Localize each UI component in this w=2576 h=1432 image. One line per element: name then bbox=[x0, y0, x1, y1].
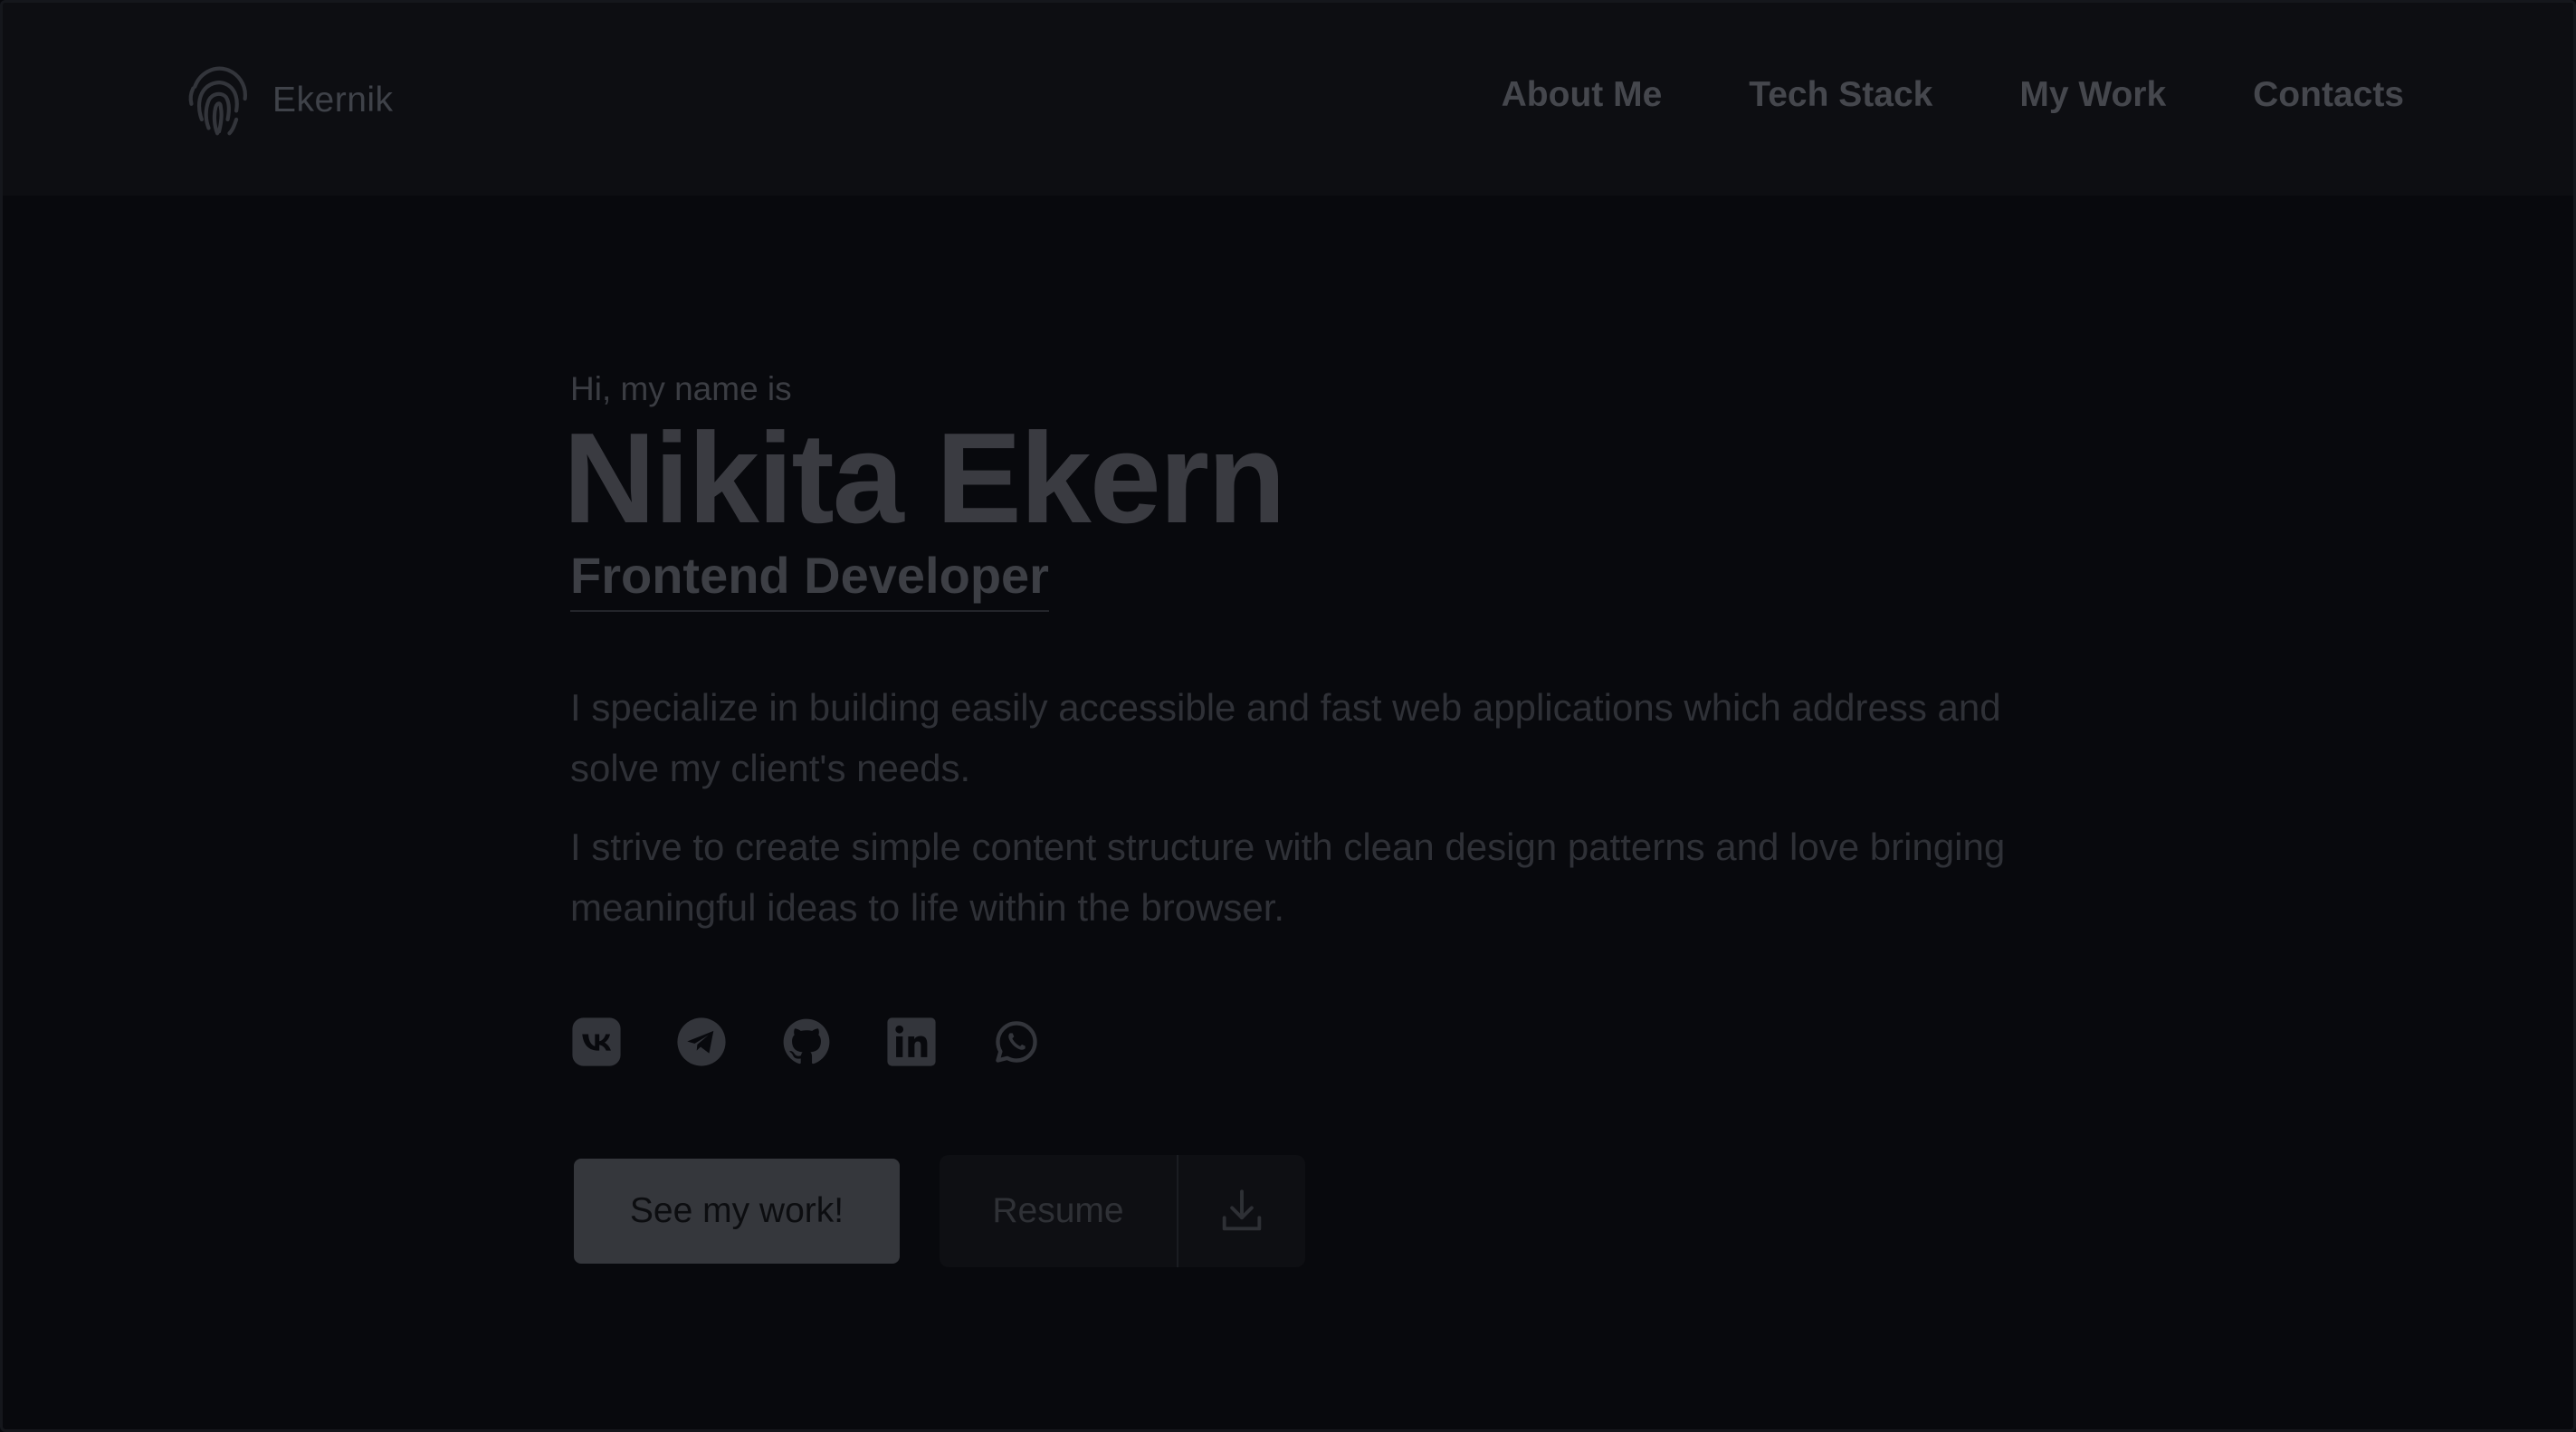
hero-name: Nikita Ekern bbox=[563, 406, 1286, 550]
resume-button[interactable]: Resume bbox=[940, 1155, 1305, 1268]
description-paragraph: I specialize in building easily accessib… bbox=[570, 686, 2001, 790]
fingerprint-icon bbox=[184, 62, 254, 138]
see-my-work-button[interactable]: See my work! bbox=[574, 1159, 900, 1265]
brand-name: Ekernik bbox=[272, 81, 394, 119]
telegram-icon[interactable] bbox=[675, 1016, 728, 1068]
resume-label: Resume bbox=[940, 1155, 1178, 1268]
description-paragraph: I strive to create simple content struct… bbox=[570, 826, 2006, 930]
nav-item-contacts[interactable]: Contacts bbox=[2253, 77, 2404, 112]
linkedin-icon[interactable] bbox=[885, 1016, 938, 1068]
nav-item-my-work[interactable]: My Work bbox=[2019, 77, 2166, 112]
greeting-text: Hi, my name is bbox=[570, 370, 792, 407]
site-header: Ekernik About Me Tech Stack My Work Cont… bbox=[3, 3, 2573, 196]
hero-section: Hi, my name is Nikita Ekern Frontend Dev… bbox=[563, 370, 2109, 1268]
nav-item-tech-stack[interactable]: Tech Stack bbox=[1749, 77, 1932, 112]
main-nav: About Me Tech Stack My Work Contacts bbox=[1502, 77, 2404, 112]
nav-item-about-me[interactable]: About Me bbox=[1502, 77, 1663, 112]
hero-description: I specialize in building easily accessib… bbox=[570, 677, 2037, 938]
hero-buttons: See my work! Resume bbox=[570, 1155, 2109, 1268]
vk-icon[interactable] bbox=[570, 1016, 623, 1068]
hero-role: Frontend Developer bbox=[570, 549, 1049, 613]
whatsapp-icon[interactable] bbox=[990, 1016, 1043, 1068]
brand-logo[interactable]: Ekernik bbox=[184, 62, 394, 138]
download-icon[interactable] bbox=[1178, 1155, 1305, 1267]
social-links bbox=[570, 1016, 2109, 1068]
page-frame: Ekernik About Me Tech Stack My Work Cont… bbox=[0, 0, 2576, 1432]
github-icon[interactable] bbox=[780, 1016, 833, 1068]
